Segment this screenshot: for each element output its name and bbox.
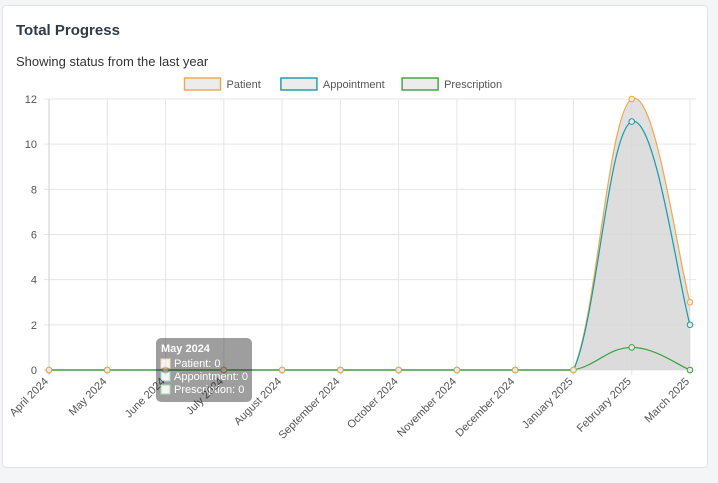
x-tick-label: January 2025	[520, 376, 576, 432]
x-tick-label: May 2024	[67, 376, 110, 419]
y-tick-label: 0	[31, 365, 37, 377]
data-point	[628, 344, 636, 351]
data-point	[686, 366, 694, 374]
y-tick-label: 6	[31, 230, 37, 242]
data-point	[628, 95, 636, 103]
legend-label-patient: Patient	[227, 79, 261, 91]
y-tick-label: 2	[31, 320, 37, 332]
data-point	[511, 366, 519, 374]
tooltip-line: Prescription: 0	[174, 384, 244, 396]
data-point	[686, 321, 694, 329]
y-tick-label: 4	[31, 275, 37, 287]
tooltip-swatch	[160, 358, 171, 369]
data-point	[628, 118, 636, 125]
area-appointment	[49, 121, 690, 370]
legend-swatch-prescription	[401, 77, 439, 91]
legend-swatch-patient	[183, 77, 222, 91]
data-point	[103, 366, 111, 374]
legend-swatch-appointment	[280, 77, 318, 91]
data-point	[570, 366, 577, 374]
legend-label-appointment: Appointment	[323, 79, 385, 91]
tooltip-title: May 2024	[161, 343, 211, 355]
y-tick-label: 10	[25, 139, 37, 151]
chart-legend: Patient Appointment Prescription	[183, 77, 502, 91]
x-tick-label: April 2024	[8, 376, 52, 420]
data-point	[337, 366, 344, 374]
tooltip-swatch	[160, 384, 171, 395]
tooltip-line: Patient: 0	[174, 358, 220, 370]
x-tick-label: September 2024	[276, 376, 342, 442]
data-point	[278, 366, 286, 374]
x-tick-label: February 2025	[575, 376, 634, 435]
progress-line-chart: 024681012April 2024May 2024June 2024July…	[8, 77, 696, 442]
data-point	[45, 366, 53, 374]
data-point	[686, 298, 694, 306]
x-tick-label: October 2024	[345, 376, 401, 432]
data-point	[395, 366, 402, 374]
tooltip-line: Appointment: 0	[174, 371, 248, 383]
data-point	[453, 366, 461, 374]
x-tick-label: December 2024	[453, 376, 517, 440]
x-tick-label: March 2025	[643, 376, 693, 426]
y-tick-label: 8	[31, 184, 37, 196]
y-tick-label: 12	[25, 94, 37, 106]
x-tick-label: November 2024	[395, 376, 459, 440]
tooltip-swatch	[160, 371, 171, 382]
chart-tooltip: May 2024 Patient: 0Appointment: 0Prescrip…	[156, 338, 252, 402]
legend-label-prescription: Prescription	[444, 79, 502, 91]
